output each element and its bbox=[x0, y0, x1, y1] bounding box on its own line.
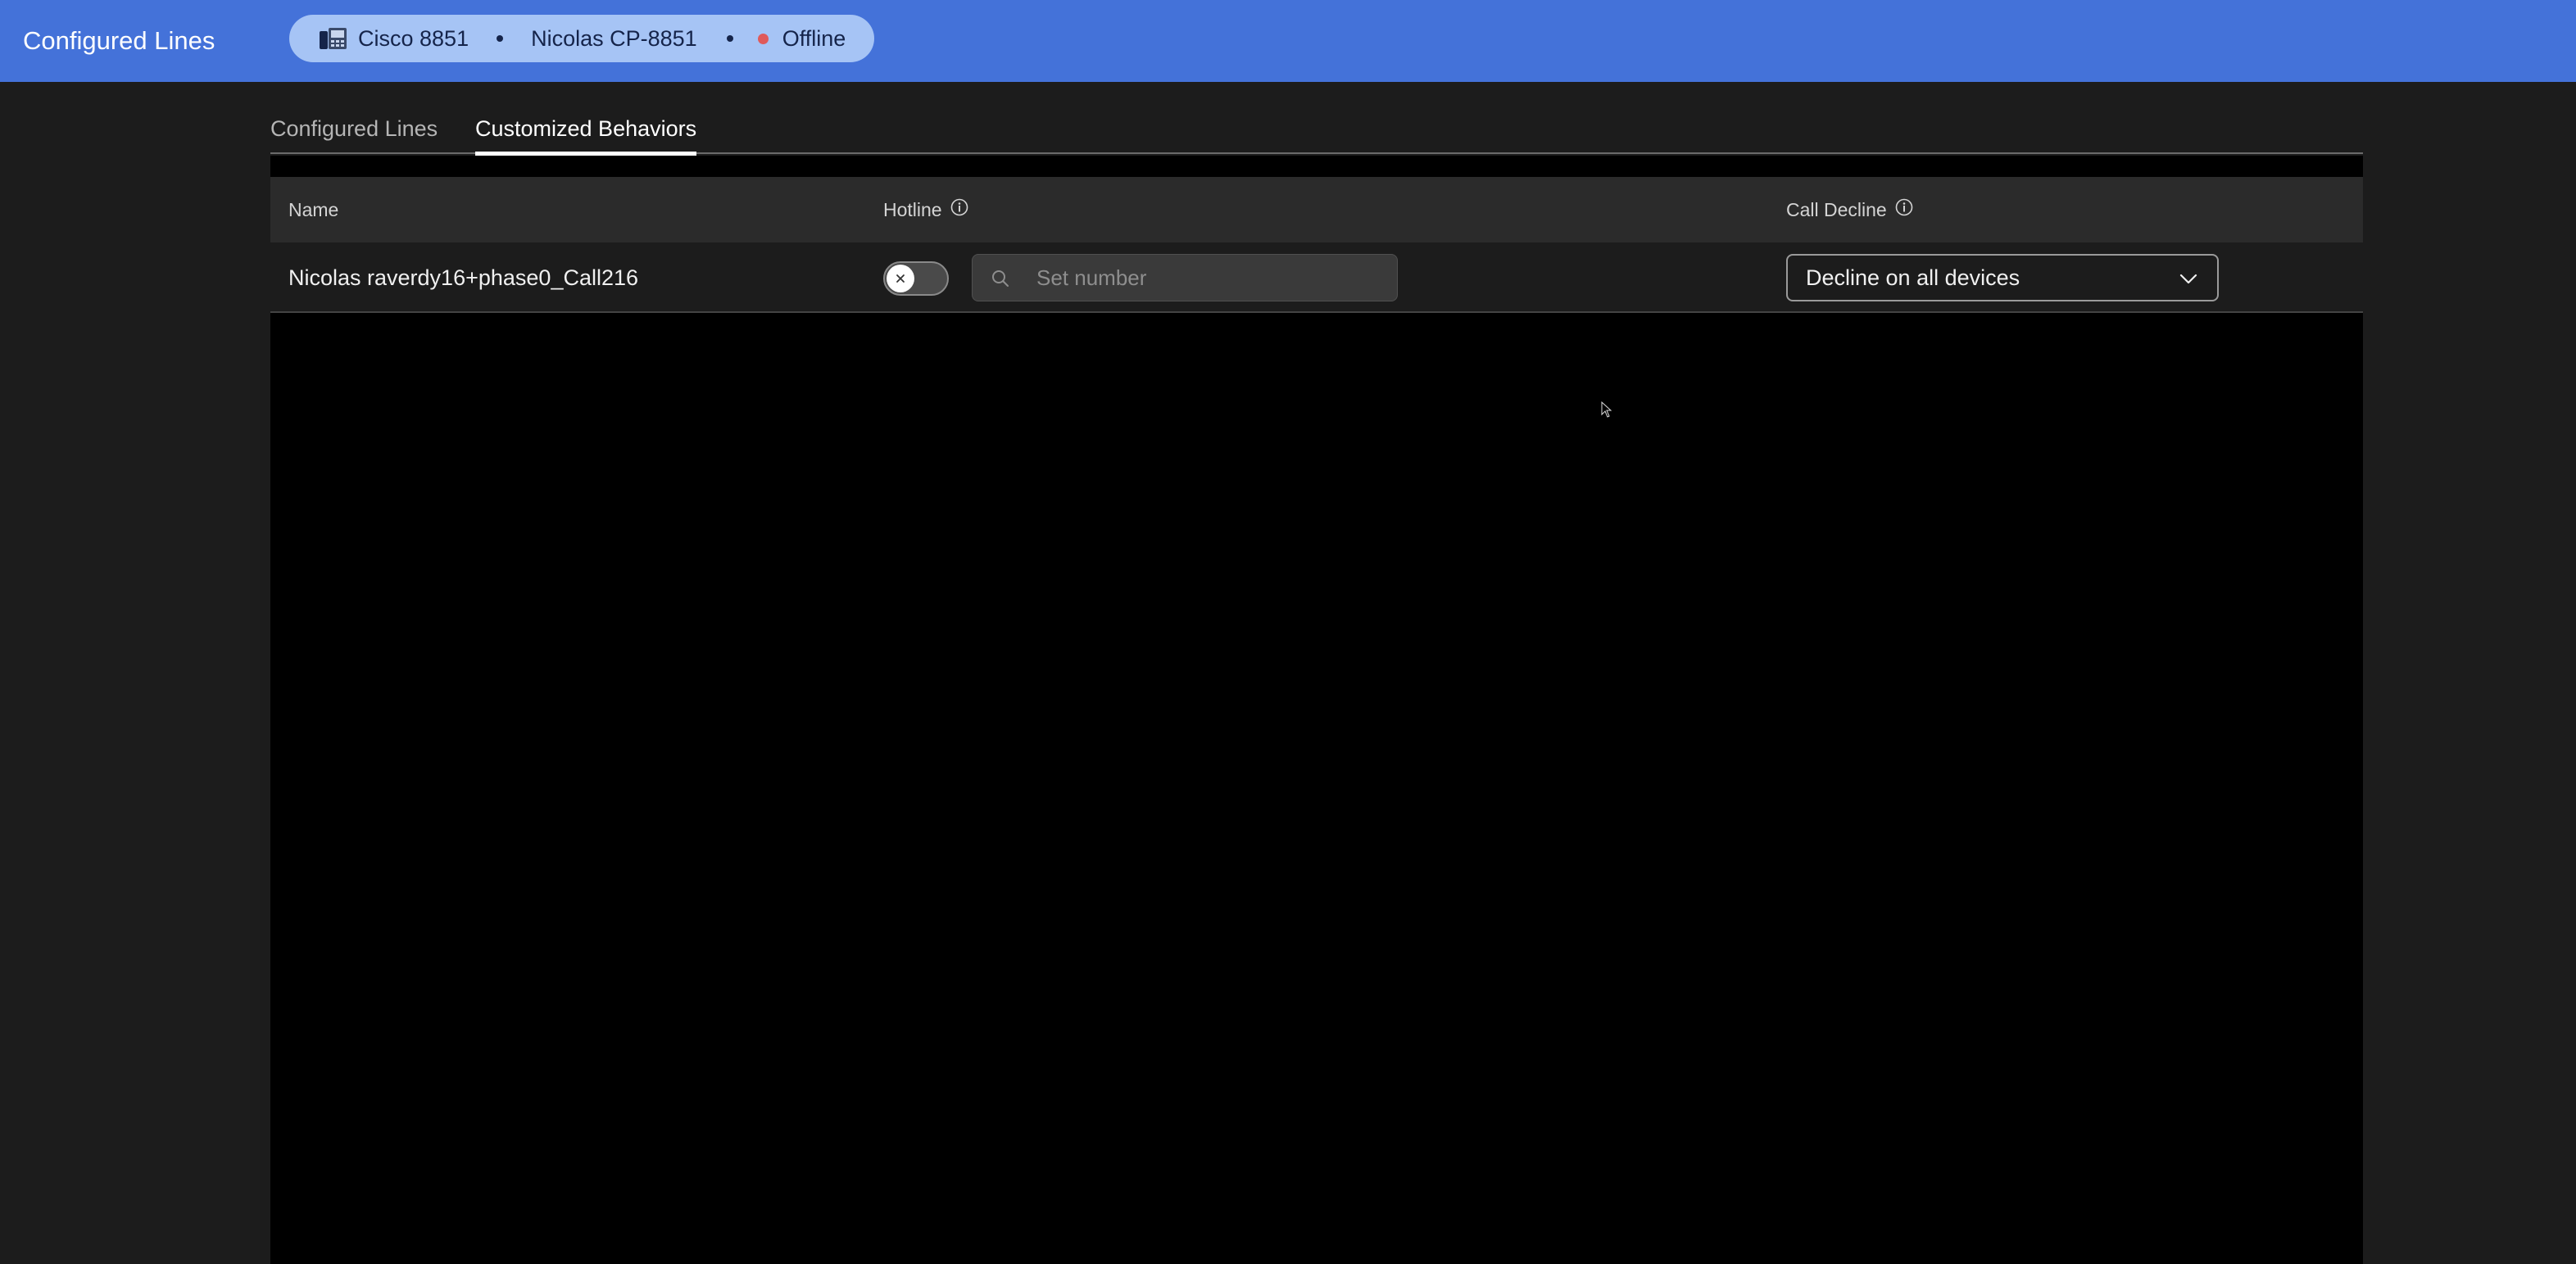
column-header-name: Name bbox=[288, 198, 339, 220]
hotline-number-input[interactable] bbox=[1036, 255, 1381, 301]
device-pill[interactable]: Cisco 8851 Nicolas CP-8851 Offline bbox=[289, 15, 874, 62]
toggle-knob bbox=[887, 265, 914, 292]
table-header: Name Hotline Call Decline bbox=[270, 177, 2363, 242]
device-status: Offline bbox=[782, 25, 846, 51]
column-header-call-decline: Call Decline bbox=[1786, 177, 1913, 242]
hotline-number-field bbox=[972, 254, 1398, 301]
desk-phone-icon bbox=[319, 26, 348, 51]
content-panel: Name Hotline Call Decline Nicolas raverd… bbox=[270, 156, 2363, 1264]
line-name: Nicolas raverdy16+phase0_Call216 bbox=[288, 265, 639, 290]
call-decline-value: Decline on all devices bbox=[1806, 265, 2020, 290]
separator-dot bbox=[726, 35, 733, 42]
separator-dot bbox=[497, 35, 504, 42]
column-header-hotline: Hotline bbox=[883, 177, 968, 242]
chevron-down-icon bbox=[2178, 269, 2199, 290]
device-name: Nicolas CP-8851 bbox=[531, 25, 697, 51]
tab-configured-lines[interactable]: Configured Lines bbox=[270, 115, 438, 154]
table-row: Nicolas raverdy16+phase0_Call216 Decli bbox=[270, 242, 2363, 313]
info-icon[interactable] bbox=[950, 198, 968, 216]
tab-customized-behaviors[interactable]: Customized Behaviors bbox=[475, 115, 697, 156]
search-icon bbox=[991, 269, 1010, 288]
top-bar: Configured Lines Cisco 8851 Nicolas CP-8… bbox=[0, 0, 2576, 82]
device-model: Cisco 8851 bbox=[358, 25, 469, 51]
tab-bar: Configured Lines Customized Behaviors bbox=[270, 115, 2363, 156]
status-dot-icon bbox=[757, 33, 769, 44]
hotline-toggle[interactable] bbox=[883, 261, 949, 296]
close-icon bbox=[895, 273, 906, 284]
page-title: Configured Lines bbox=[23, 26, 215, 55]
info-icon[interactable] bbox=[1895, 198, 1913, 216]
mouse-cursor-icon bbox=[1601, 401, 1612, 418]
call-decline-select[interactable]: Decline on all devices bbox=[1786, 254, 2219, 301]
